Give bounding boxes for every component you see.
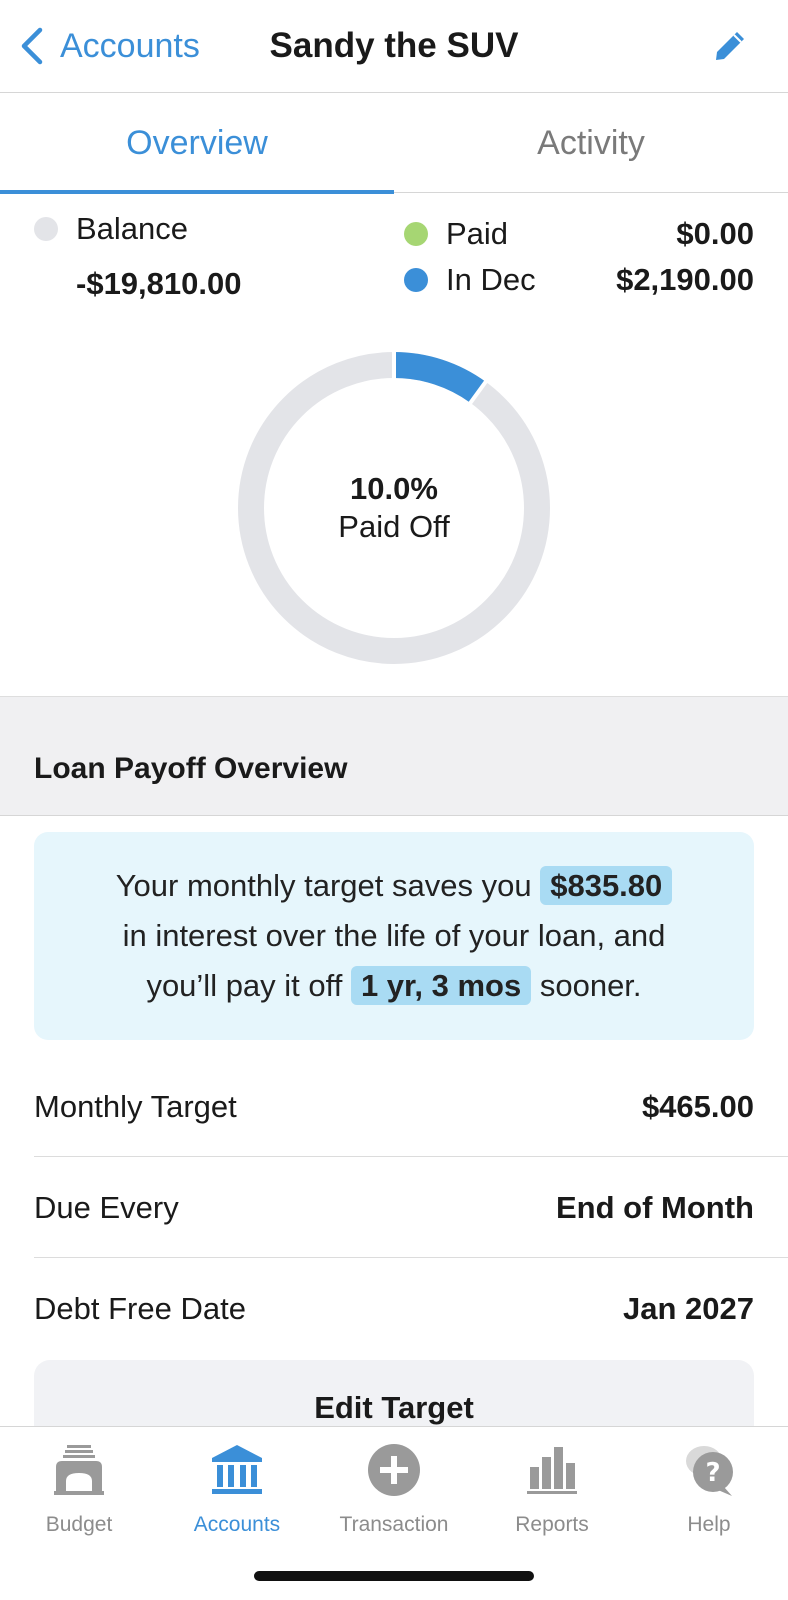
paid-dot: [404, 222, 428, 246]
bank-icon: [212, 1445, 262, 1494]
tab-transaction[interactable]: Transaction: [315, 1441, 473, 1551]
info-text: sooner.: [539, 968, 642, 1003]
section-title: Loan Payoff Overview: [34, 752, 348, 785]
row-label: Monthly Target: [34, 1089, 237, 1124]
paid-off-percent: 10.0%: [350, 471, 438, 506]
balance-label: Balance: [76, 211, 189, 246]
info-line-2: in interest over the life of your loan, …: [122, 918, 666, 953]
in-month-value: $2,190.00: [616, 262, 754, 297]
tab-budget[interactable]: Budget: [0, 1441, 158, 1551]
svg-text:?: ?: [705, 1458, 720, 1488]
tab-accounts[interactable]: Accounts: [158, 1441, 316, 1551]
row-value: Jan 2027: [623, 1291, 754, 1326]
info-line-1: Your monthly target saves you $835.80: [34, 861, 754, 911]
plus-circle-icon: [368, 1444, 420, 1496]
monthly-target-row[interactable]: Monthly Target $465.00: [34, 1057, 788, 1157]
tab-label: Accounts: [193, 1513, 281, 1536]
tab-help[interactable]: ? Help: [630, 1441, 788, 1551]
loan-section-header: Loan Payoff Overview: [0, 696, 788, 816]
row-label: Due Every: [34, 1190, 179, 1225]
balance-dot: [34, 217, 58, 241]
pencil-icon[interactable]: [710, 26, 750, 66]
donut-center: 10.0% Paid Off: [236, 470, 552, 546]
tab-label: Help: [687, 1513, 731, 1536]
in-month-dot: [404, 268, 428, 292]
savings-info-box: Your monthly target saves you $835.80 in…: [34, 832, 754, 1040]
donut-progress: [393, 352, 486, 404]
paid-off-label: Paid Off: [338, 509, 450, 544]
bar-chart-icon: [527, 1447, 577, 1494]
info-text: you’ll pay it off: [146, 968, 343, 1003]
tab-label: Transaction: [339, 1513, 449, 1536]
paid-value: $0.00: [676, 216, 754, 251]
tab-overview[interactable]: Overview: [0, 93, 394, 194]
row-value: End of Month: [556, 1190, 754, 1225]
row-value: $465.00: [641, 1089, 754, 1124]
due-every-row[interactable]: Due Every End of Month: [34, 1158, 788, 1258]
tab-reports[interactable]: Reports: [473, 1441, 631, 1551]
nav-header: Accounts Sandy the SUV: [0, 0, 788, 93]
tab-activity[interactable]: Activity: [394, 93, 788, 193]
balance-value: -$19,810.00: [76, 266, 242, 301]
budget-icon: [54, 1445, 104, 1495]
back-button[interactable]: Accounts: [18, 24, 200, 68]
tab-label: Reports: [515, 1513, 589, 1536]
in-month-label: In Dec: [446, 262, 536, 297]
chevron-left-icon: [21, 27, 43, 65]
home-indicator: [254, 1571, 534, 1581]
row-label: Debt Free Date: [34, 1291, 246, 1326]
help-bubble-icon: ?: [686, 1446, 733, 1496]
info-text: Your monthly target saves you: [115, 868, 532, 903]
debt-free-date-row: Debt Free Date Jan 2027: [34, 1259, 788, 1359]
info-line-3: you’ll pay it off 1 yr, 3 mos sooner.: [34, 961, 754, 1011]
interest-saved-value: $835.80: [540, 866, 673, 905]
back-label: Accounts: [60, 26, 200, 65]
paid-label: Paid: [446, 216, 509, 251]
tab-label: Budget: [45, 1513, 113, 1536]
segmented-tabs: Overview Activity: [0, 93, 788, 194]
time-saved-value: 1 yr, 3 mos: [350, 966, 532, 1005]
